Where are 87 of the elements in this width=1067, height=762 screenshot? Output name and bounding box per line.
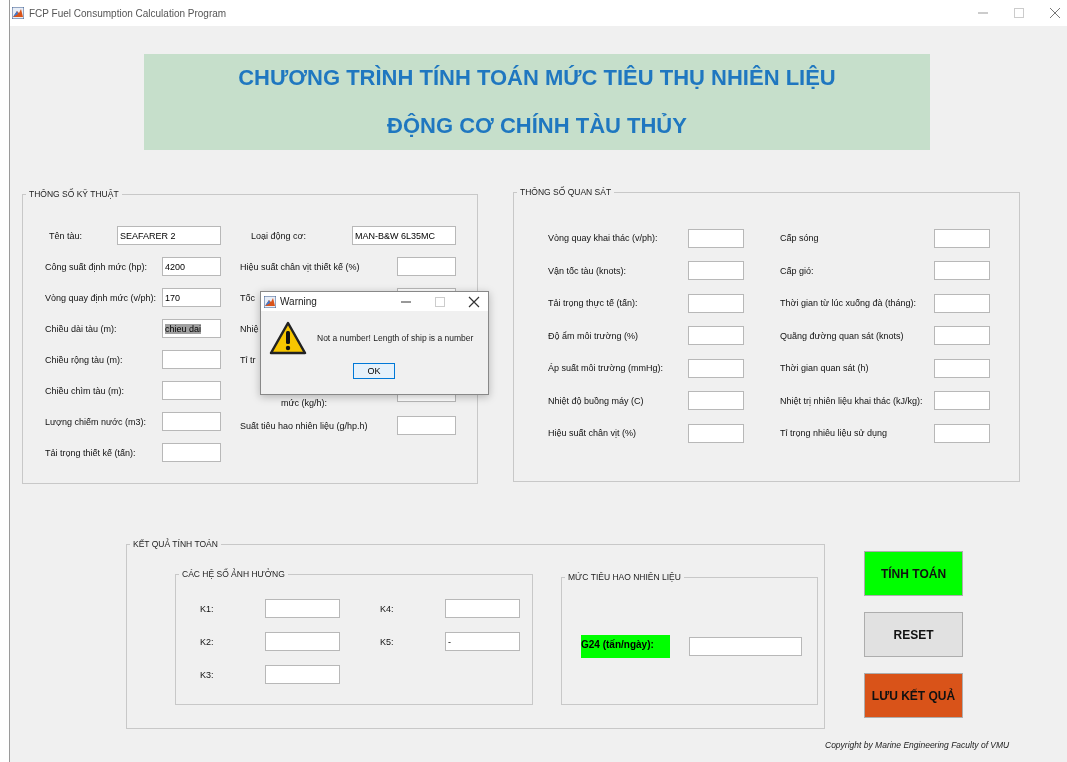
ok-button[interactable]: OK: [353, 363, 395, 379]
field-label: Vận tốc tàu (knots):: [548, 265, 627, 276]
input-field[interactable]: 170: [162, 288, 221, 307]
input-field[interactable]: [934, 293, 990, 313]
action-button[interactable]: LƯU KẾT QUẢ: [864, 673, 963, 718]
window-title: FCP Fuel Consumption Calculation Program: [29, 7, 227, 19]
field-label: Áp suất môi trường (mmHg):: [548, 363, 663, 374]
input-field[interactable]: [445, 599, 520, 618]
field-label: Thời gian quan sát (h): [780, 363, 869, 374]
field-label: K2:: [200, 636, 214, 647]
panel-title: THÔNG SỐ QUAN SÁT: [517, 187, 615, 197]
close-icon: [1049, 7, 1061, 19]
input-field[interactable]: [688, 228, 744, 248]
input-field[interactable]: [162, 412, 221, 431]
input-field[interactable]: [688, 326, 744, 346]
input-field[interactable]: [265, 665, 340, 684]
field-label: Tải trọng thiết kế (tấn):: [45, 447, 136, 458]
field-label: Chiều dài tàu (m):: [45, 323, 117, 334]
field-label: Nhiệt độ buồng máy (C): [548, 395, 644, 406]
close-icon: [468, 295, 480, 308]
field-label: Tên tàu:: [48, 230, 83, 241]
maximize-icon: [1013, 7, 1025, 19]
action-button[interactable]: RESET: [864, 612, 963, 657]
field-label: K1:: [200, 603, 214, 614]
field-label: Cấp gió:: [780, 265, 814, 276]
input-field[interactable]: [688, 391, 744, 411]
field-label: Hiệu suất chân vịt thiết kế (%): [239, 261, 360, 272]
field-label: Nhiệ: [239, 323, 259, 334]
input-field[interactable]: 4200: [162, 257, 221, 276]
result-label: G24 (tấn/ngày):: [581, 635, 670, 658]
input-field[interactable]: [397, 257, 456, 276]
panel-title: MỨC TIÊU HAO NHIÊN LIỆU: [565, 572, 684, 582]
field-label: Tỉ tr: [239, 354, 256, 365]
input-field[interactable]: [934, 228, 990, 248]
app-icon: [264, 295, 276, 308]
input-field[interactable]: [162, 350, 221, 369]
input-field[interactable]: [265, 632, 340, 651]
field-label: Công suất định mức (hp):: [45, 261, 148, 272]
input-field[interactable]: [688, 261, 744, 281]
input-field[interactable]: [397, 416, 456, 435]
field-label: K3:: [200, 669, 214, 680]
input-field[interactable]: chieu dai: [162, 319, 221, 338]
panel-title: KẾT QUẢ TÍNH TOÁN: [130, 539, 221, 549]
input-field[interactable]: SEAFARER 2: [117, 226, 221, 245]
field-label: Độ ẩm môi trường (%): [548, 330, 638, 341]
input-field[interactable]: [162, 381, 221, 400]
field-label: Nhiệt trị nhiên liệu khai thác (kJ/kg):: [780, 395, 923, 406]
field-label: Chiều chìm tàu (m):: [45, 385, 125, 396]
field-label: Suất tiêu hao nhiên liệu (g/hp.h): [239, 420, 368, 431]
input-field[interactable]: MAN-B&W 6L35MC: [352, 226, 456, 245]
copyright-text: Copyright by Marine Engineering Faculty of VMU: [825, 740, 1011, 750]
field-label: Chiều rộng tàu (m):: [45, 354, 123, 365]
input-field[interactable]: [934, 326, 990, 346]
input-field[interactable]: [688, 423, 744, 443]
field-label: mức (kg/h):: [280, 396, 328, 408]
field-label: Thời gian từ lúc xuống đà (tháng):: [780, 298, 916, 309]
field-label: Loại động cơ:: [250, 230, 306, 241]
field-label: Quãng đường quan sát (knots): [780, 330, 904, 341]
dialog-title: Warning: [280, 296, 317, 307]
input-field[interactable]: [934, 358, 990, 378]
warning-icon: [269, 321, 307, 355]
field-label: Tỉ trọng nhiêu liệu sử dụng: [780, 428, 888, 439]
input-field[interactable]: [265, 599, 340, 618]
field-label: Lượng chiếm nước (m3):: [45, 416, 146, 427]
dialog-message: Not a number! Length of ship is a number: [317, 333, 474, 343]
input-field[interactable]: [688, 293, 744, 313]
field-label: K5:: [380, 636, 394, 647]
input-field[interactable]: -: [445, 632, 520, 651]
banner-title: ĐỘNG CƠ CHÍNH TÀU THỦY: [387, 113, 687, 139]
maximize-icon: [434, 295, 446, 308]
field-label: Cấp sóng: [780, 233, 819, 244]
input-field[interactable]: [934, 423, 990, 443]
field-label: K4:: [380, 603, 394, 614]
input-field[interactable]: [688, 358, 744, 378]
field-label: Tốc: [239, 292, 255, 303]
input-field[interactable]: [162, 443, 221, 462]
panel-title: THÔNG SỐ KỸ THUẬT: [26, 189, 122, 199]
input-field[interactable]: [934, 391, 990, 411]
field-label: Hiệu suất chân vịt (%): [548, 428, 637, 439]
action-button[interactable]: TÍNH TOÁN: [864, 551, 963, 596]
input-field[interactable]: [934, 261, 990, 281]
field-label: Vòng quay định mức (v/ph):: [45, 292, 157, 303]
field-label: Tải trọng thực tế (tấn):: [548, 298, 638, 309]
panel-title: CÁC HỆ SỐ ẢNH HƯỞNG: [179, 569, 288, 579]
banner-title: CHƯƠNG TRÌNH TÍNH TOÁN MỨC TIÊU THỤ NHIÊN LIỆU: [238, 65, 836, 91]
field-label: Vòng quay khai thác (v/ph):: [548, 233, 658, 244]
app-icon: [12, 7, 24, 19]
